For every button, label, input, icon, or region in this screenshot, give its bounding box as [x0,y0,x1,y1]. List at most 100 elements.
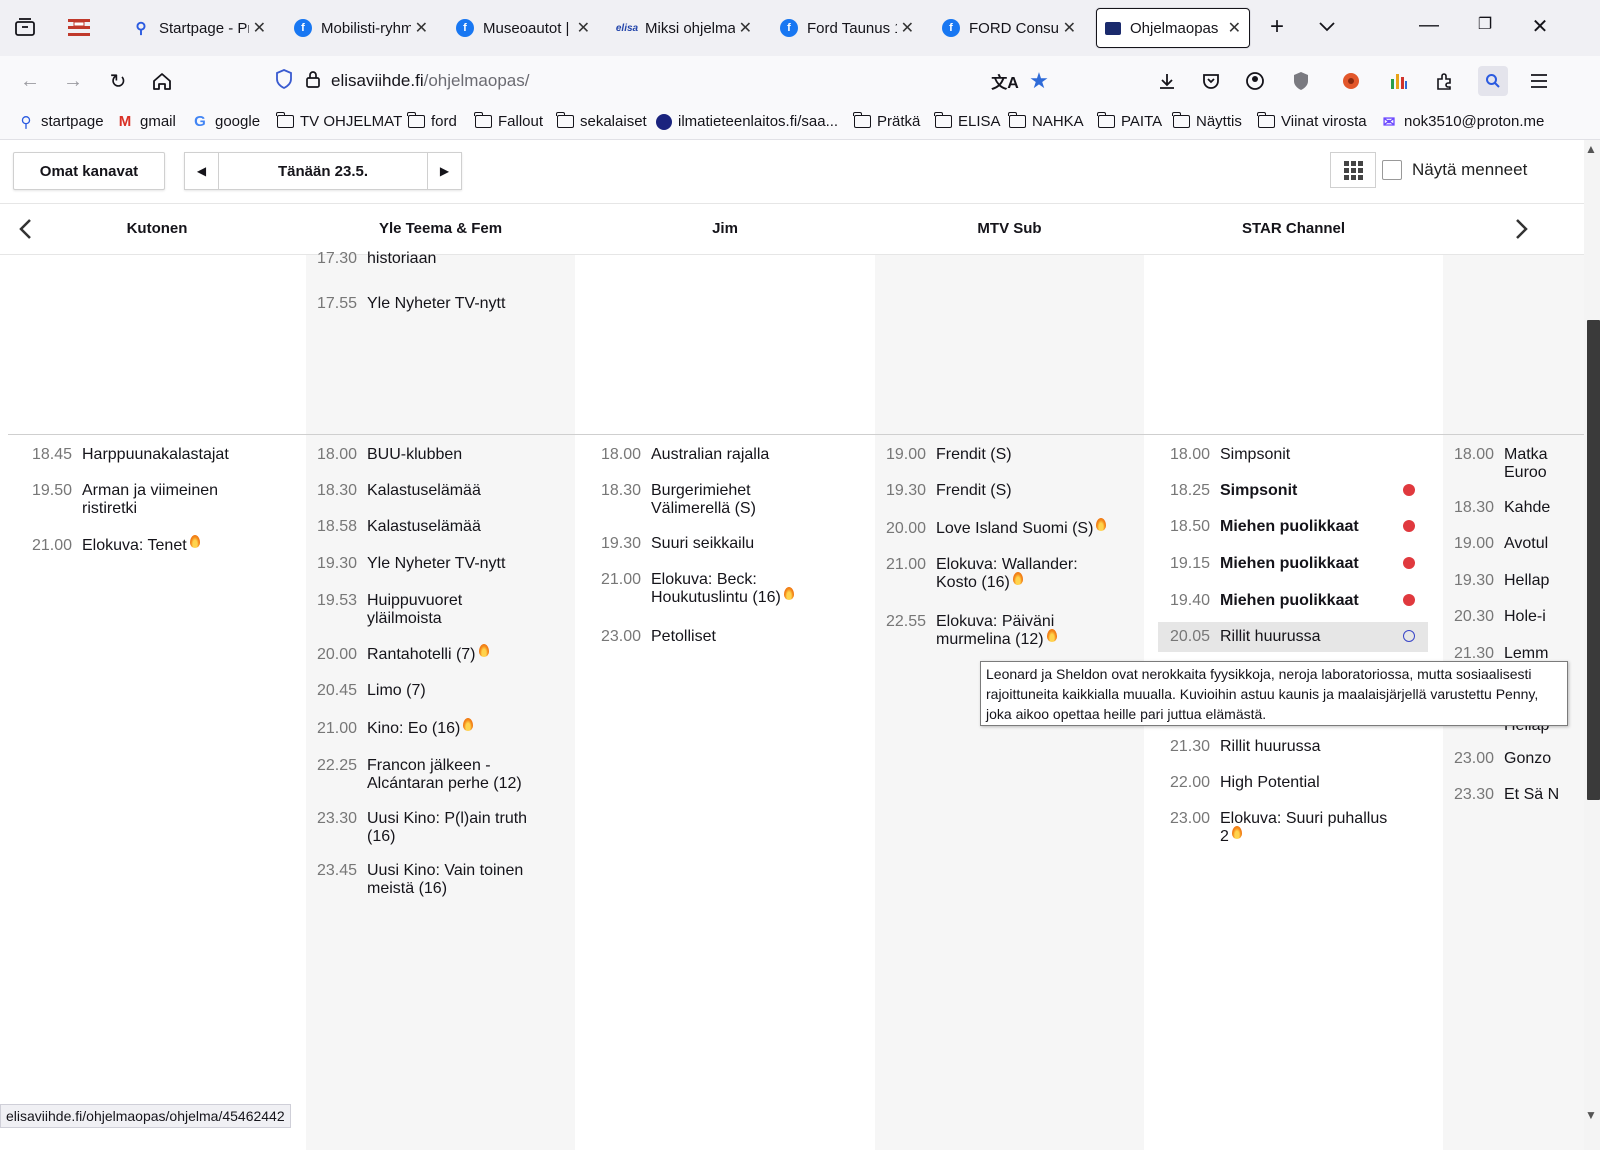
bookmark-google[interactable]: Ggoogle [191,113,260,130]
program-item[interactable]: 18.00 Simpsonit [1170,446,1425,464]
program-item[interactable]: 18.00 Matka Euroo [1454,446,1564,482]
tab-ford-consul[interactable]: f FORD Consul ✕ [934,8,1084,48]
program-item[interactable]: 19.53 Huippuvuoret yläilmoista [317,592,487,628]
lock-icon[interactable] [305,70,321,93]
program-item[interactable]: 21.00 Kino: Eo (16) [317,718,557,738]
extension-chart-icon[interactable] [1384,66,1414,96]
bookmark-nayttis[interactable]: Näyttis [1171,112,1242,130]
program-item[interactable]: 17.30 historiaan [317,250,557,268]
grid-view-button[interactable] [1330,152,1376,188]
extension-red-icon[interactable] [1336,66,1366,96]
show-past-checkbox[interactable] [1382,160,1402,180]
search-extension-icon[interactable] [1478,66,1508,96]
close-tab-icon[interactable]: ✕ [415,18,428,38]
scrollbar-thumb[interactable] [1587,320,1600,800]
current-date[interactable]: Tänään 23.5. [219,153,427,189]
vertical-scrollbar[interactable]: ▲ ▼ [1584,140,1600,1150]
account-icon[interactable] [1240,66,1270,96]
program-item[interactable]: 20.45 Limo (7) [317,682,557,700]
tab-miksi[interactable]: elisa Miksi ohjelma ✕ [610,8,760,48]
chevron-right-icon[interactable] [1507,214,1537,244]
bookmark-nahka[interactable]: NAHKA [1007,112,1084,130]
tab-startpage[interactable]: ⚲ Startpage - Pr ✕ [124,8,274,48]
tab-museoautot[interactable]: f Museoautot | ✕ [448,8,598,48]
program-item[interactable]: 23.45 Uusi Kino: Vain toinen meistä (16) [317,862,542,898]
program-item[interactable]: 18.30 Kahde [1454,499,1564,517]
back-icon[interactable]: ← [15,66,45,96]
bookmark-ford[interactable]: ford [406,112,457,130]
program-item[interactable]: 18.00 Australian rajalla [601,446,851,464]
translate-icon[interactable]: 文A [990,66,1020,96]
program-item[interactable]: 19.30 Frendit (S) [886,482,1126,500]
channel-name-star[interactable]: STAR Channel [1144,220,1443,237]
tab-list-icon[interactable] [10,12,40,42]
shield-extension-icon[interactable] [1286,66,1316,96]
previous-day-button[interactable]: ◀ [185,153,219,189]
program-item[interactable]: 18.30 Burgerimiehet Välimerellä (S) [601,482,791,518]
program-item[interactable]: 19.30 Hellap [1454,572,1564,590]
program-item[interactable]: 20.00 Love Island Suomi (S) [886,518,1136,538]
program-item[interactable]: 23.30 Uusi Kino: P(l)ain truth (16) [317,810,547,846]
show-past-label[interactable]: Näytä menneet [1412,160,1527,180]
program-item[interactable]: 18.00 BUU-klubben [317,446,557,464]
url-bar[interactable]: elisaviihde.fi/ohjelmaopas/ [275,62,1095,100]
program-item[interactable]: 22.00 High Potential [1170,774,1425,792]
recording-dot-icon[interactable] [1403,594,1415,606]
program-item[interactable]: 22.25 Francon jälkeen - Alcántaran perhe… [317,757,542,793]
close-window-icon[interactable]: ✕ [1525,14,1555,39]
channel-name-kutonen[interactable]: Kutonen [8,220,306,237]
close-tab-icon[interactable]: ✕ [739,18,752,38]
restore-icon[interactable]: ❐ [1470,14,1500,34]
recording-dot-icon[interactable] [1403,557,1415,569]
program-item[interactable]: 23.00 Petolliset [601,628,851,646]
program-item[interactable]: 21.30 Rillit huurussa [1170,738,1425,756]
program-item[interactable]: 21.00 Elokuva: Wallander: Kosto (16) [886,556,1101,592]
program-item[interactable]: 19.50 Arman ja viimeinen ristiretki [32,482,242,518]
program-item[interactable]: 18.25 Simpsonit [1170,482,1425,500]
own-channels-button[interactable]: Omat kanavat [13,152,165,190]
program-item[interactable]: 23.00 Gonzo [1454,750,1564,768]
scroll-up-icon[interactable]: ▲ [1585,142,1597,156]
tab-ohjelmaopas[interactable]: Ohjelmaopas ✕ [1096,8,1250,48]
next-day-button[interactable]: ▶ [427,153,461,189]
close-tab-icon[interactable]: ✕ [1063,18,1076,38]
bookmark-elisa[interactable]: ELISA [933,112,1001,130]
program-item[interactable]: 19.30 Yle Nyheter TV-nytt [317,555,557,573]
bookmark-pratka[interactable]: Prätkä [852,112,920,130]
bookmark-gmail[interactable]: Mgmail [116,113,176,130]
minimize-icon[interactable]: — [1414,14,1444,37]
program-item[interactable]: 23.00 Elokuva: Suuri puhallus 2 [1170,810,1395,846]
close-tab-icon[interactable]: ✕ [901,18,914,38]
program-item[interactable]: 18.30 Kalastuselämää [317,482,557,500]
bookmark-tv-ohjelmat[interactable]: TV OHJELMAT [275,112,402,130]
program-item[interactable]: 18.50 Miehen puolikkaat [1170,518,1425,536]
recording-dot-icon[interactable] [1403,520,1415,532]
close-tab-icon[interactable]: ✕ [253,18,266,38]
extensions-icon[interactable] [1430,66,1460,96]
tab-mobilisti[interactable]: f Mobilisti-ryhm ✕ [286,8,436,48]
pocket-icon[interactable] [1196,66,1226,96]
scroll-down-icon[interactable]: ▼ [1585,1108,1597,1122]
program-item[interactable]: 20.30 Hole-i [1454,608,1564,626]
chevron-down-icon[interactable] [1312,12,1342,42]
downloads-icon[interactable] [1152,66,1182,96]
bookmark-sekalaiset[interactable]: sekalaiset [555,112,647,130]
close-tab-icon[interactable]: ✕ [1228,18,1241,38]
program-item[interactable]: 18.58 Kalastuselämää [317,518,557,536]
bookmark-star-icon[interactable]: ★ [1024,66,1054,96]
home-icon[interactable] [147,66,177,96]
program-item[interactable]: 17.55 Yle Nyheter TV-nytt [317,295,557,313]
program-item[interactable]: 19.40 Miehen puolikkaat [1170,592,1425,610]
bookmark-viinat[interactable]: Viinat virosta [1256,112,1367,130]
program-item[interactable]: 23.30 Et Sä N [1454,786,1564,804]
program-item[interactable]: 19.30 Suuri seikkailu [601,535,851,553]
tab-ford-taunus[interactable]: f Ford Taunus 1 ✕ [772,8,922,48]
reload-icon[interactable]: ↻ [103,66,133,96]
tracking-protection-icon[interactable] [275,68,293,94]
channel-name-mtvsub[interactable]: MTV Sub [875,220,1144,237]
program-item[interactable]: 21.00 Elokuva: Tenet [32,535,282,555]
recording-dot-icon[interactable] [1403,484,1415,496]
menu-icon[interactable] [1524,66,1554,96]
program-item-hovered[interactable]: 20.05 Rillit huurussa [1158,622,1428,652]
channel-name-teema[interactable]: Yle Teema & Fem [306,220,575,237]
